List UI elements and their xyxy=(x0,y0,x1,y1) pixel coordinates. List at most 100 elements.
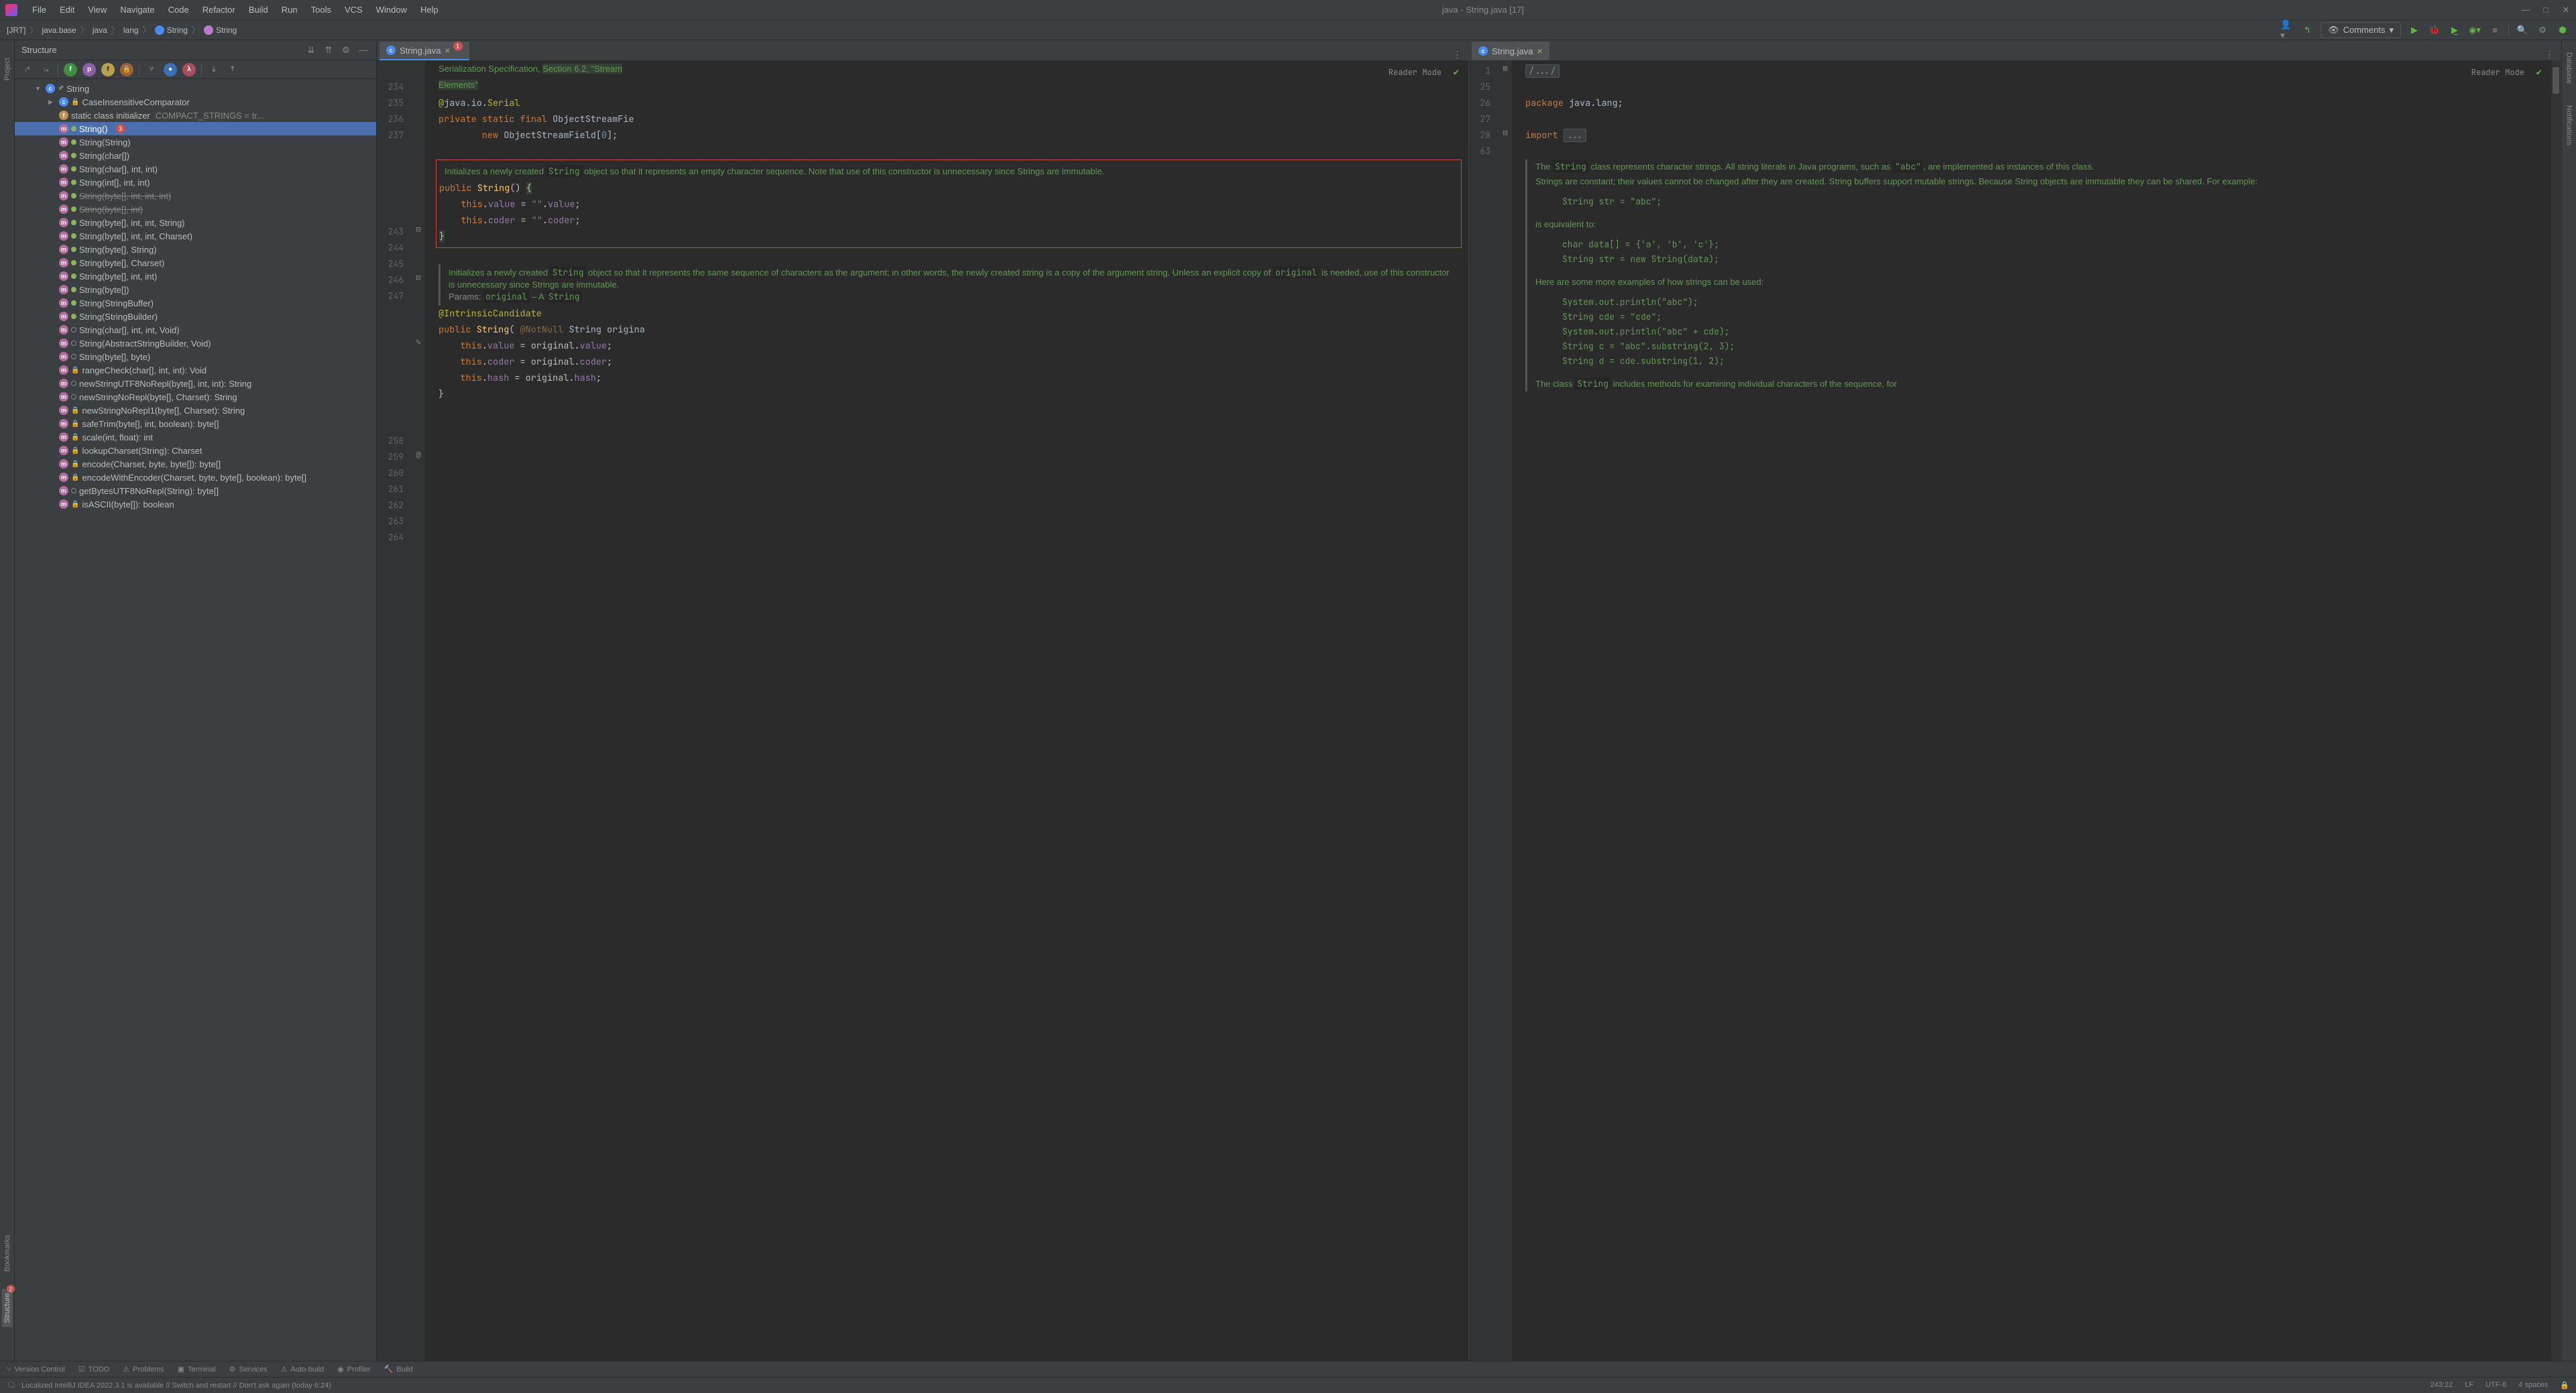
close-icon[interactable]: × xyxy=(445,46,450,55)
tab-string-2[interactable]: c String.java × xyxy=(1472,42,1549,60)
status-indent[interactable]: 4 spaces xyxy=(2518,1381,2548,1390)
tree-item[interactable]: mString(byte[], int, int, Charset) xyxy=(15,229,376,243)
shield-icon[interactable]: ⬢ xyxy=(2556,23,2569,37)
show-properties-icon[interactable]: p xyxy=(82,63,96,76)
bottom-build[interactable]: 🔨Build xyxy=(384,1365,413,1374)
tree-item[interactable]: m🔒lookupCharset(String): Charset xyxy=(15,444,376,457)
stop-icon[interactable]: ■ xyxy=(2488,23,2502,37)
bottom-problems[interactable]: ⚠Problems xyxy=(123,1365,164,1374)
autoscroll-from-icon[interactable]: ⤒ xyxy=(226,63,239,76)
debug-icon[interactable]: 🐞 xyxy=(2428,23,2441,37)
show-anonymous-icon[interactable]: 🔒 xyxy=(120,63,133,76)
fold-icon[interactable]: ⊟ xyxy=(412,221,425,237)
menu-navigate[interactable]: Navigate xyxy=(113,2,161,17)
gear-icon[interactable]: ⚙ xyxy=(340,44,352,56)
rail-bookmarks[interactable]: Bookmarks xyxy=(2,1231,13,1276)
rail-database[interactable]: Database xyxy=(2564,48,2575,88)
branch-icon[interactable]: ⑂ xyxy=(145,63,158,76)
bottom-profiler[interactable]: ◉Profiler xyxy=(337,1365,370,1374)
hide-icon[interactable]: — xyxy=(357,44,369,56)
fold-icon[interactable]: ⊞ xyxy=(1499,60,1512,76)
lambda-icon[interactable]: λ xyxy=(182,63,196,76)
tree-item[interactable]: m🔒scale(int, float): int xyxy=(15,430,376,444)
add-user-icon[interactable]: 👤▾ xyxy=(2280,23,2294,37)
breadcrumb-item[interactable]: String xyxy=(204,25,237,35)
run-icon[interactable]: ▶ xyxy=(2408,23,2421,37)
tree-item[interactable]: ▶c🔒CaseInsensitiveComparator xyxy=(15,95,376,109)
menu-refactor[interactable]: Refactor xyxy=(196,2,242,17)
tree-item[interactable]: mString(byte[], int, int) xyxy=(15,269,376,283)
undo-commit-icon[interactable]: ↰ xyxy=(2300,23,2314,37)
tree-item[interactable]: mString(byte[]) xyxy=(15,283,376,296)
right-code[interactable]: Reader Mode ✔ /.../ package java.lang; i… xyxy=(1512,60,2551,1361)
rail-notifications[interactable]: Notifications xyxy=(2564,101,2575,149)
tree-item[interactable]: m🔒encodeWithEncoder(Charset, byte, byte[… xyxy=(15,471,376,484)
circle-icon[interactable]: ● xyxy=(164,63,177,76)
breadcrumb-item[interactable]: lang xyxy=(123,25,139,35)
reader-mode-label[interactable]: Reader Mode xyxy=(2471,64,2524,80)
expand-all-icon[interactable]: ⇈ xyxy=(323,44,335,56)
tree-root[interactable]: ▼ c 🖈 String xyxy=(15,82,376,95)
rail-project[interactable]: Project xyxy=(2,54,13,84)
left-editor-body[interactable]: 2342352362372432442452462472582592602612… xyxy=(377,60,1468,1361)
status-le[interactable]: LF xyxy=(2465,1381,2473,1390)
left-code[interactable]: Reader Mode ✔ Serialization Specificatio… xyxy=(425,60,1468,1361)
comments-button[interactable]: 👁 Comments ▾ xyxy=(2321,22,2401,38)
tab-string-1[interactable]: c String.java × 1 xyxy=(379,42,469,60)
breadcrumb-item[interactable]: [JRT] xyxy=(7,25,25,35)
autoscroll-to-icon[interactable]: ⤓ xyxy=(207,63,221,76)
tree-item[interactable]: fstatic class initializerCOMPACT_STRINGS… xyxy=(15,109,376,122)
tree-item[interactable]: mString(String) xyxy=(15,135,376,149)
tree-item[interactable]: mString(byte[], String) xyxy=(15,243,376,256)
scrollbar[interactable] xyxy=(2551,60,2561,1361)
coverage-icon[interactable]: ▶̲ xyxy=(2448,23,2461,37)
search-icon[interactable]: 🔍 xyxy=(2516,23,2529,37)
profile-icon[interactable]: ◉▾ xyxy=(2468,23,2481,37)
menu-view[interactable]: View xyxy=(81,2,113,17)
at-icon[interactable]: @ xyxy=(412,446,425,463)
maximize-icon[interactable]: □ xyxy=(2541,5,2551,15)
tree-item[interactable]: mString(char[], int, int, Void) xyxy=(15,323,376,337)
menu-edit[interactable]: Edit xyxy=(53,2,81,17)
menu-tools[interactable]: Tools xyxy=(304,2,338,17)
tree-item[interactable]: mString(int[], int, int) xyxy=(15,176,376,189)
bottom-terminal[interactable]: ▣Terminal xyxy=(178,1365,216,1374)
minimize-icon[interactable]: — xyxy=(2521,5,2530,15)
menu-vcs[interactable]: VCS xyxy=(338,2,369,17)
tree-item[interactable]: mString(char[]) xyxy=(15,149,376,162)
menu-code[interactable]: Code xyxy=(162,2,196,17)
menu-build[interactable]: Build xyxy=(242,2,275,17)
lock-icon[interactable]: 🔒 xyxy=(2560,1381,2569,1390)
check-icon[interactable]: ✔ xyxy=(1454,64,1459,80)
tree-item[interactable]: m🔒newStringNoRepl1(byte[], Charset): Str… xyxy=(15,404,376,417)
tree-item[interactable]: m🔒encode(Charset, byte, byte[]): byte[] xyxy=(15,457,376,471)
sort-visibility-icon[interactable]: ↓ₐ xyxy=(39,63,52,76)
tree-item[interactable]: mString(StringBuilder) xyxy=(15,310,376,323)
bottom-todo[interactable]: ☑TODO xyxy=(78,1365,109,1374)
menu-file[interactable]: File xyxy=(25,2,53,17)
tab-more-icon[interactable]: ⋮ xyxy=(1446,50,1468,60)
fold-end-icon[interactable]: ⊟ xyxy=(412,269,425,286)
right-editor-body[interactable]: 12526272863 ⊞ ⊟ Reader Mode ✔ /.../ pack… xyxy=(1469,60,2561,1361)
tree-item[interactable]: mString(byte[], byte) xyxy=(15,350,376,363)
tree-item[interactable]: m🔒isASCII(byte[]): boolean xyxy=(15,497,376,511)
fold-icon[interactable]: ⊟ xyxy=(1499,125,1512,141)
event-log-icon[interactable]: 🗨 xyxy=(7,1381,16,1390)
check-icon[interactable]: ✔ xyxy=(2536,64,2542,80)
tree-item[interactable]: mnewStringUTF8NoRepl(byte[], int, int): … xyxy=(15,377,376,390)
tree-item[interactable]: mString(byte[], int) xyxy=(15,202,376,216)
breadcrumb-item[interactable]: java.base xyxy=(42,25,76,35)
tree-item[interactable]: mnewStringNoRepl(byte[], Charset): Strin… xyxy=(15,390,376,404)
status-pos[interactable]: 243:22 xyxy=(2431,1381,2453,1390)
tree-item[interactable]: m🔒rangeCheck(char[], int, int): Void xyxy=(15,363,376,377)
menu-window[interactable]: Window xyxy=(369,2,414,17)
bottom-version-control[interactable]: ⑂Version Control xyxy=(7,1366,65,1374)
rail-structure[interactable]: Structure xyxy=(2,1289,13,1327)
collapse-all-icon[interactable]: ⇊ xyxy=(305,44,317,56)
tree-item[interactable]: mgetBytesUTF8NoRepl(String): byte[] xyxy=(15,484,376,497)
close-icon[interactable]: ✕ xyxy=(2561,5,2571,15)
bottom-auto-build[interactable]: ⚠Auto-build xyxy=(281,1365,324,1374)
show-inherited-icon[interactable]: f xyxy=(101,63,115,76)
show-fields-icon[interactable]: f xyxy=(64,63,77,76)
tree-item[interactable]: mString(byte[], int, int, String) xyxy=(15,216,376,229)
